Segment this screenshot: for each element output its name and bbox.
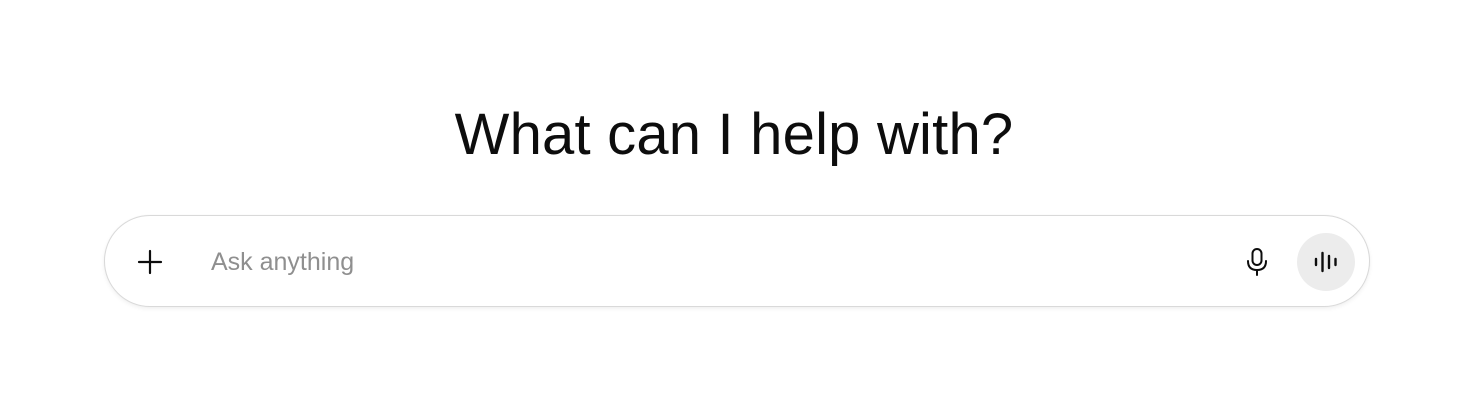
microphone-icon bbox=[1245, 247, 1269, 277]
plus-icon bbox=[137, 249, 163, 275]
page: What can I help with? bbox=[0, 0, 1468, 420]
voice-waveform-icon bbox=[1313, 251, 1339, 273]
page-title: What can I help with? bbox=[454, 102, 1014, 167]
voice-mode-button[interactable] bbox=[1297, 233, 1355, 291]
dictate-button[interactable] bbox=[1235, 240, 1279, 284]
add-attachment-button[interactable] bbox=[127, 239, 173, 285]
composer bbox=[104, 215, 1370, 307]
prompt-input[interactable] bbox=[211, 240, 1211, 284]
